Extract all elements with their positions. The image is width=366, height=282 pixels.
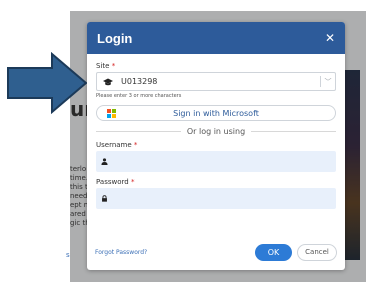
graduation-cap-icon [103,78,113,85]
arrow-pointer-icon [7,52,88,114]
dialog-header: Login ✕ [87,22,345,54]
chevron-down-icon[interactable]: ﹀ [321,77,335,87]
or-divider: Or log in using [96,127,336,136]
sign-in-microsoft-button[interactable]: Sign in with Microsoft [96,105,336,121]
forgot-password-link[interactable]: Forgot Password? [95,249,255,256]
cancel-button[interactable]: Cancel [297,243,337,261]
password-input[interactable] [96,188,336,209]
lock-icon [102,195,107,202]
password-label: Password * [96,178,135,186]
site-value: U013298 [121,77,158,86]
username-input[interactable] [96,151,336,172]
divider-text: Or log in using [186,127,246,136]
site-hint: Please enter 3 or more characters [96,93,182,99]
dialog-title: Login [97,30,133,46]
microsoft-button-label: Sign in with Microsoft [173,108,259,118]
ok-button[interactable]: OK [255,243,292,261]
login-dialog: Login ✕ Site * U013298 ﹀ Please enter 3 … [87,22,345,270]
user-icon [101,158,108,165]
username-label: Username * [96,141,138,149]
close-icon[interactable]: ✕ [325,31,335,45]
site-label: Site * [96,62,116,70]
site-select[interactable]: U013298 ﹀ [96,72,336,91]
dialog-footer: Forgot Password? OK Cancel [87,242,345,262]
dialog-body: Site * U013298 ﹀ Please enter 3 or more … [87,54,345,209]
